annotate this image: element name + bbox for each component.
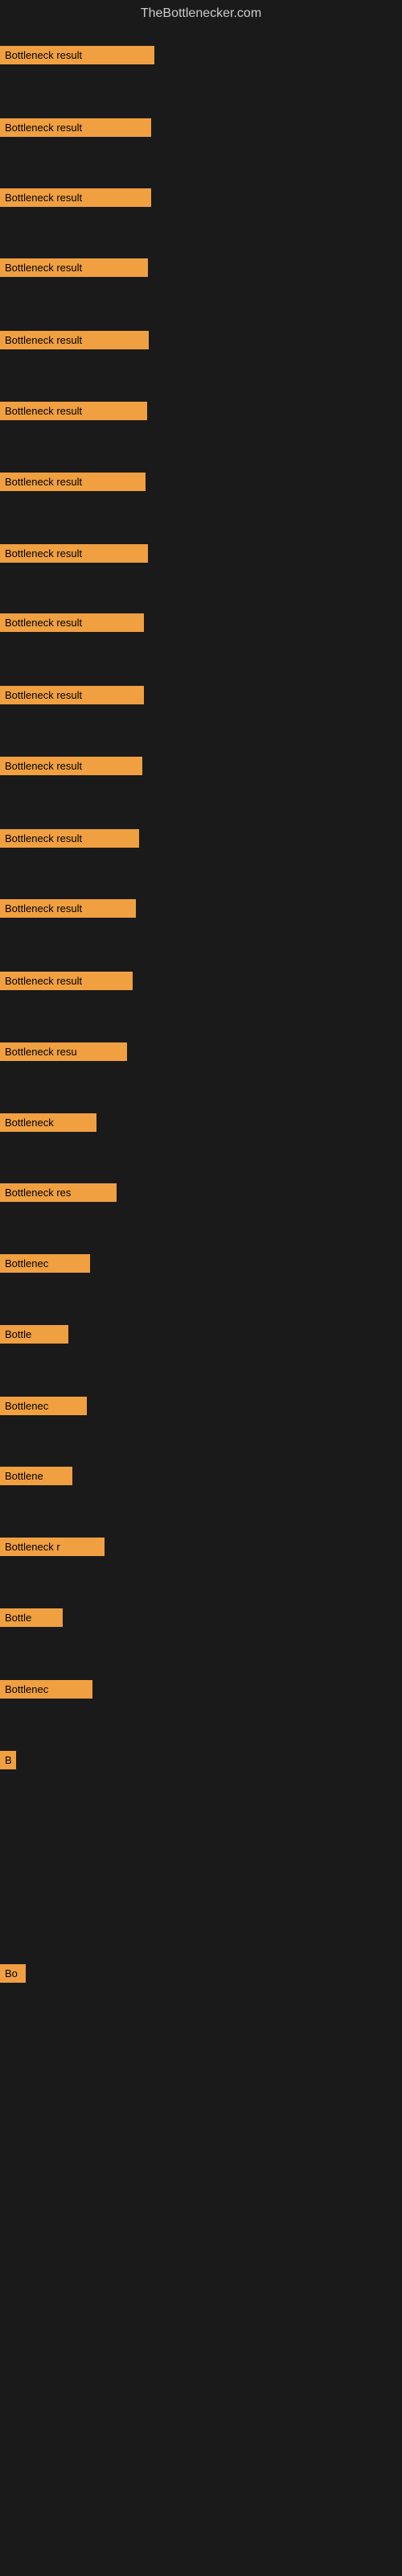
bottleneck-result-item: Bottleneck result	[0, 331, 149, 349]
bottleneck-result-item: Bottleneck result	[0, 118, 151, 137]
site-title: TheBottlenecker.com	[0, 0, 402, 27]
bottleneck-result-item: Bottleneck result	[0, 188, 151, 207]
bottleneck-result-item: Bottlenec	[0, 1397, 87, 1415]
bottleneck-result-item: Bottleneck result	[0, 402, 147, 420]
bottleneck-result-item: Bottleneck result	[0, 544, 148, 563]
bottleneck-result-item: Bottlene	[0, 1467, 72, 1485]
bottleneck-result-item: Bottle	[0, 1325, 68, 1344]
bottleneck-result-item: Bottleneck result	[0, 473, 146, 491]
bottleneck-result-item: Bottleneck r	[0, 1538, 105, 1556]
bottleneck-result-item: Bottleneck result	[0, 899, 136, 918]
bottleneck-result-item: Bottle	[0, 1608, 63, 1627]
bottleneck-result-item: Bottleneck result	[0, 46, 154, 64]
bottleneck-result-item: Bottleneck result	[0, 613, 144, 632]
bottleneck-result-item: Bottleneck result	[0, 757, 142, 775]
bottleneck-result-item: B	[0, 1751, 16, 1769]
bottleneck-result-item: Bottlenec	[0, 1254, 90, 1273]
bottleneck-result-item: Bottleneck result	[0, 686, 144, 704]
bottleneck-result-item: Bottleneck resu	[0, 1042, 127, 1061]
bottleneck-result-item: Bottleneck result	[0, 258, 148, 277]
bottleneck-result-item: Bottleneck	[0, 1113, 96, 1132]
bottleneck-result-item: Bo	[0, 1964, 26, 1983]
bottleneck-result-item: Bottlenec	[0, 1680, 92, 1699]
bottleneck-result-item: Bottleneck res	[0, 1183, 117, 1202]
bottleneck-result-item: Bottleneck result	[0, 829, 139, 848]
bottleneck-result-item: Bottleneck result	[0, 972, 133, 990]
